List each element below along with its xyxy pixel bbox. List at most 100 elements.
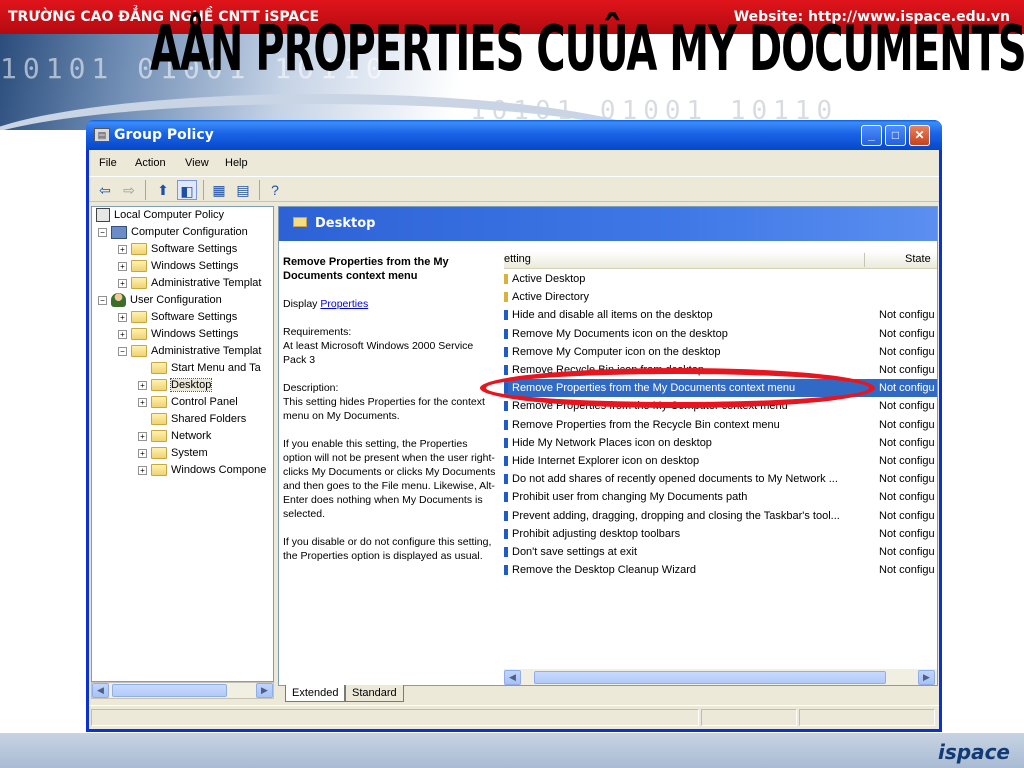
- folder-icon: [131, 345, 147, 358]
- list-item[interactable]: Prohibit adjusting desktop toolbars Not c…: [504, 525, 937, 543]
- scroll-right-icon[interactable]: ▶: [256, 683, 273, 698]
- folder-icon: [131, 277, 147, 290]
- list-item[interactable]: Prohibit user from changing My Documents…: [504, 488, 937, 506]
- forward-arrow-icon[interactable]: ⇨: [119, 180, 139, 200]
- list-item[interactable]: Hide Internet Explorer icon on desktop No…: [504, 452, 937, 470]
- display-label: Display: [283, 298, 318, 310]
- folder-icon: [151, 447, 167, 460]
- policy-setting-icon: [504, 365, 508, 375]
- list-item[interactable]: Prevent adding, dragging, dropping and c…: [504, 507, 937, 525]
- scroll-left-icon[interactable]: ◀: [92, 683, 109, 698]
- scroll-left-icon[interactable]: ◀: [504, 670, 521, 685]
- maximize-button[interactable]: □: [885, 125, 906, 146]
- tree-item-network[interactable]: + Network: [138, 428, 211, 445]
- tree-item-control-panel[interactable]: + Control Panel: [138, 394, 238, 411]
- expand-icon[interactable]: +: [138, 448, 147, 458]
- tree-item-windows-components[interactable]: + Windows Compone: [138, 462, 266, 479]
- list-item[interactable]: Remove My Computer icon on the desktop No…: [504, 343, 937, 361]
- tree-item-software-settings[interactable]: + Software Settings: [118, 309, 237, 326]
- tree-item-label: Windows Settings: [151, 328, 239, 340]
- tree-item-label: Windows Compone: [171, 464, 267, 476]
- toolbar: ⇦ ⇨ ⬆ ◧ ▦ ▤ ?: [89, 176, 939, 202]
- list-item[interactable]: Remove My Documents icon on the desktop N…: [504, 325, 937, 343]
- expand-icon[interactable]: +: [138, 380, 147, 390]
- collapse-icon[interactable]: −: [118, 346, 127, 356]
- column-state[interactable]: State: [905, 253, 931, 265]
- column-setting[interactable]: etting: [504, 253, 531, 265]
- folder-icon: [131, 311, 147, 324]
- details-pane: Desktop Remove Properties from the My Do…: [278, 206, 938, 686]
- group-policy-icon: ▤: [94, 128, 110, 142]
- toolbar-separator: [145, 180, 146, 200]
- menu-action[interactable]: Action: [135, 157, 166, 169]
- tree-item-label: Control Panel: [171, 396, 238, 408]
- tree-item-label: Software Settings: [151, 243, 238, 255]
- properties-link[interactable]: Properties: [320, 298, 368, 310]
- tree-item-local-computer-policy[interactable]: Local Computer Policy: [96, 207, 224, 224]
- list-item[interactable]: Remove the Desktop Cleanup Wizard Not con…: [504, 561, 937, 579]
- expand-icon[interactable]: +: [118, 278, 127, 288]
- tree-item-computer-configuration[interactable]: − Computer Configuration: [98, 224, 248, 241]
- slide-title: AÅN PROPERTIES CUÛA MY DOCUMENTS: [150, 14, 1024, 86]
- tree-item-system[interactable]: + System: [138, 445, 208, 462]
- list-item[interactable]: Hide My Network Places icon on desktop No…: [504, 434, 937, 452]
- setting-state: Not configu: [879, 509, 935, 522]
- scroll-right-icon[interactable]: ▶: [918, 670, 935, 685]
- list-horizontal-scrollbar[interactable]: ◀ ▶: [504, 669, 937, 685]
- tree-item-windows-settings[interactable]: + Windows Settings: [118, 258, 238, 275]
- setting-name: Hide My Network Places icon on desktop: [512, 436, 712, 449]
- expand-icon[interactable]: +: [118, 312, 127, 322]
- ispace-logo: ispace: [938, 740, 1010, 764]
- expand-icon[interactable]: +: [118, 244, 127, 254]
- folder-icon: [131, 243, 147, 256]
- expand-icon[interactable]: +: [138, 465, 147, 475]
- tree-item-label: User Configuration: [130, 294, 222, 306]
- list-item[interactable]: Don't save settings at exit Not configu: [504, 543, 937, 561]
- tree-item-windows-settings[interactable]: + Windows Settings: [118, 326, 238, 343]
- tab-extended[interactable]: Extended: [285, 685, 346, 702]
- folder-icon: [151, 430, 167, 443]
- up-folder-icon[interactable]: ⬆: [153, 180, 173, 200]
- menu-file[interactable]: File: [99, 157, 117, 169]
- setting-name: Prohibit adjusting desktop toolbars: [512, 527, 681, 540]
- tree-item-user-configuration[interactable]: − User Configuration: [98, 292, 222, 309]
- back-arrow-icon[interactable]: ⇦: [95, 180, 115, 200]
- tree-item-administrative-templates[interactable]: + Administrative Templat: [118, 275, 261, 292]
- show-hide-tree-icon[interactable]: ◧: [177, 180, 197, 200]
- column-separator[interactable]: [864, 253, 865, 267]
- settings-list: etting State Active Desktop Active Direct…: [504, 251, 937, 671]
- help-icon[interactable]: ?: [265, 180, 285, 200]
- collapse-icon[interactable]: −: [98, 227, 107, 237]
- tree-item-software-settings[interactable]: + Software Settings: [118, 241, 237, 258]
- title-bar[interactable]: ▤ Group Policy _ □ ✕: [86, 120, 942, 150]
- collapse-icon[interactable]: −: [98, 295, 107, 305]
- expand-icon[interactable]: +: [118, 261, 127, 271]
- export-list-icon[interactable]: ▤: [233, 180, 253, 200]
- properties-icon[interactable]: ▦: [209, 180, 229, 200]
- list-item[interactable]: Active Desktop: [504, 270, 937, 288]
- tree-horizontal-scrollbar[interactable]: ◀ ▶: [91, 682, 274, 699]
- scroll-thumb[interactable]: [112, 684, 227, 697]
- scroll-thumb[interactable]: [534, 671, 886, 684]
- expand-icon[interactable]: +: [138, 431, 147, 441]
- extended-description: Remove Properties from the My Documents …: [283, 255, 497, 577]
- expand-icon[interactable]: +: [138, 397, 147, 407]
- setting-name: Hide and disable all items on the deskto…: [512, 309, 713, 322]
- expand-icon[interactable]: +: [118, 329, 127, 339]
- folder-icon: [293, 217, 307, 227]
- menu-help[interactable]: Help: [225, 157, 248, 169]
- close-button[interactable]: ✕: [909, 125, 930, 146]
- tree-item-administrative-templates[interactable]: − Administrative Templat: [118, 343, 261, 360]
- tree-item-start-menu[interactable]: Start Menu and Ta: [151, 360, 261, 377]
- setting-state: Not configu: [879, 546, 935, 558]
- list-item[interactable]: Hide and disable all items on the deskto…: [504, 306, 937, 324]
- tree-item-desktop[interactable]: + Desktop: [138, 377, 213, 394]
- list-item[interactable]: Do not add shares of recently opened doc…: [504, 470, 937, 488]
- setting-state: Not configu: [879, 564, 935, 577]
- list-item[interactable]: Remove Properties from the Recycle Bin c…: [504, 416, 937, 434]
- minimize-button[interactable]: _: [861, 125, 882, 146]
- tree-item-shared-folders[interactable]: Shared Folders: [151, 411, 246, 428]
- menu-view[interactable]: View: [185, 157, 209, 169]
- list-item[interactable]: Active Directory: [504, 288, 937, 306]
- tab-standard[interactable]: Standard: [345, 685, 404, 702]
